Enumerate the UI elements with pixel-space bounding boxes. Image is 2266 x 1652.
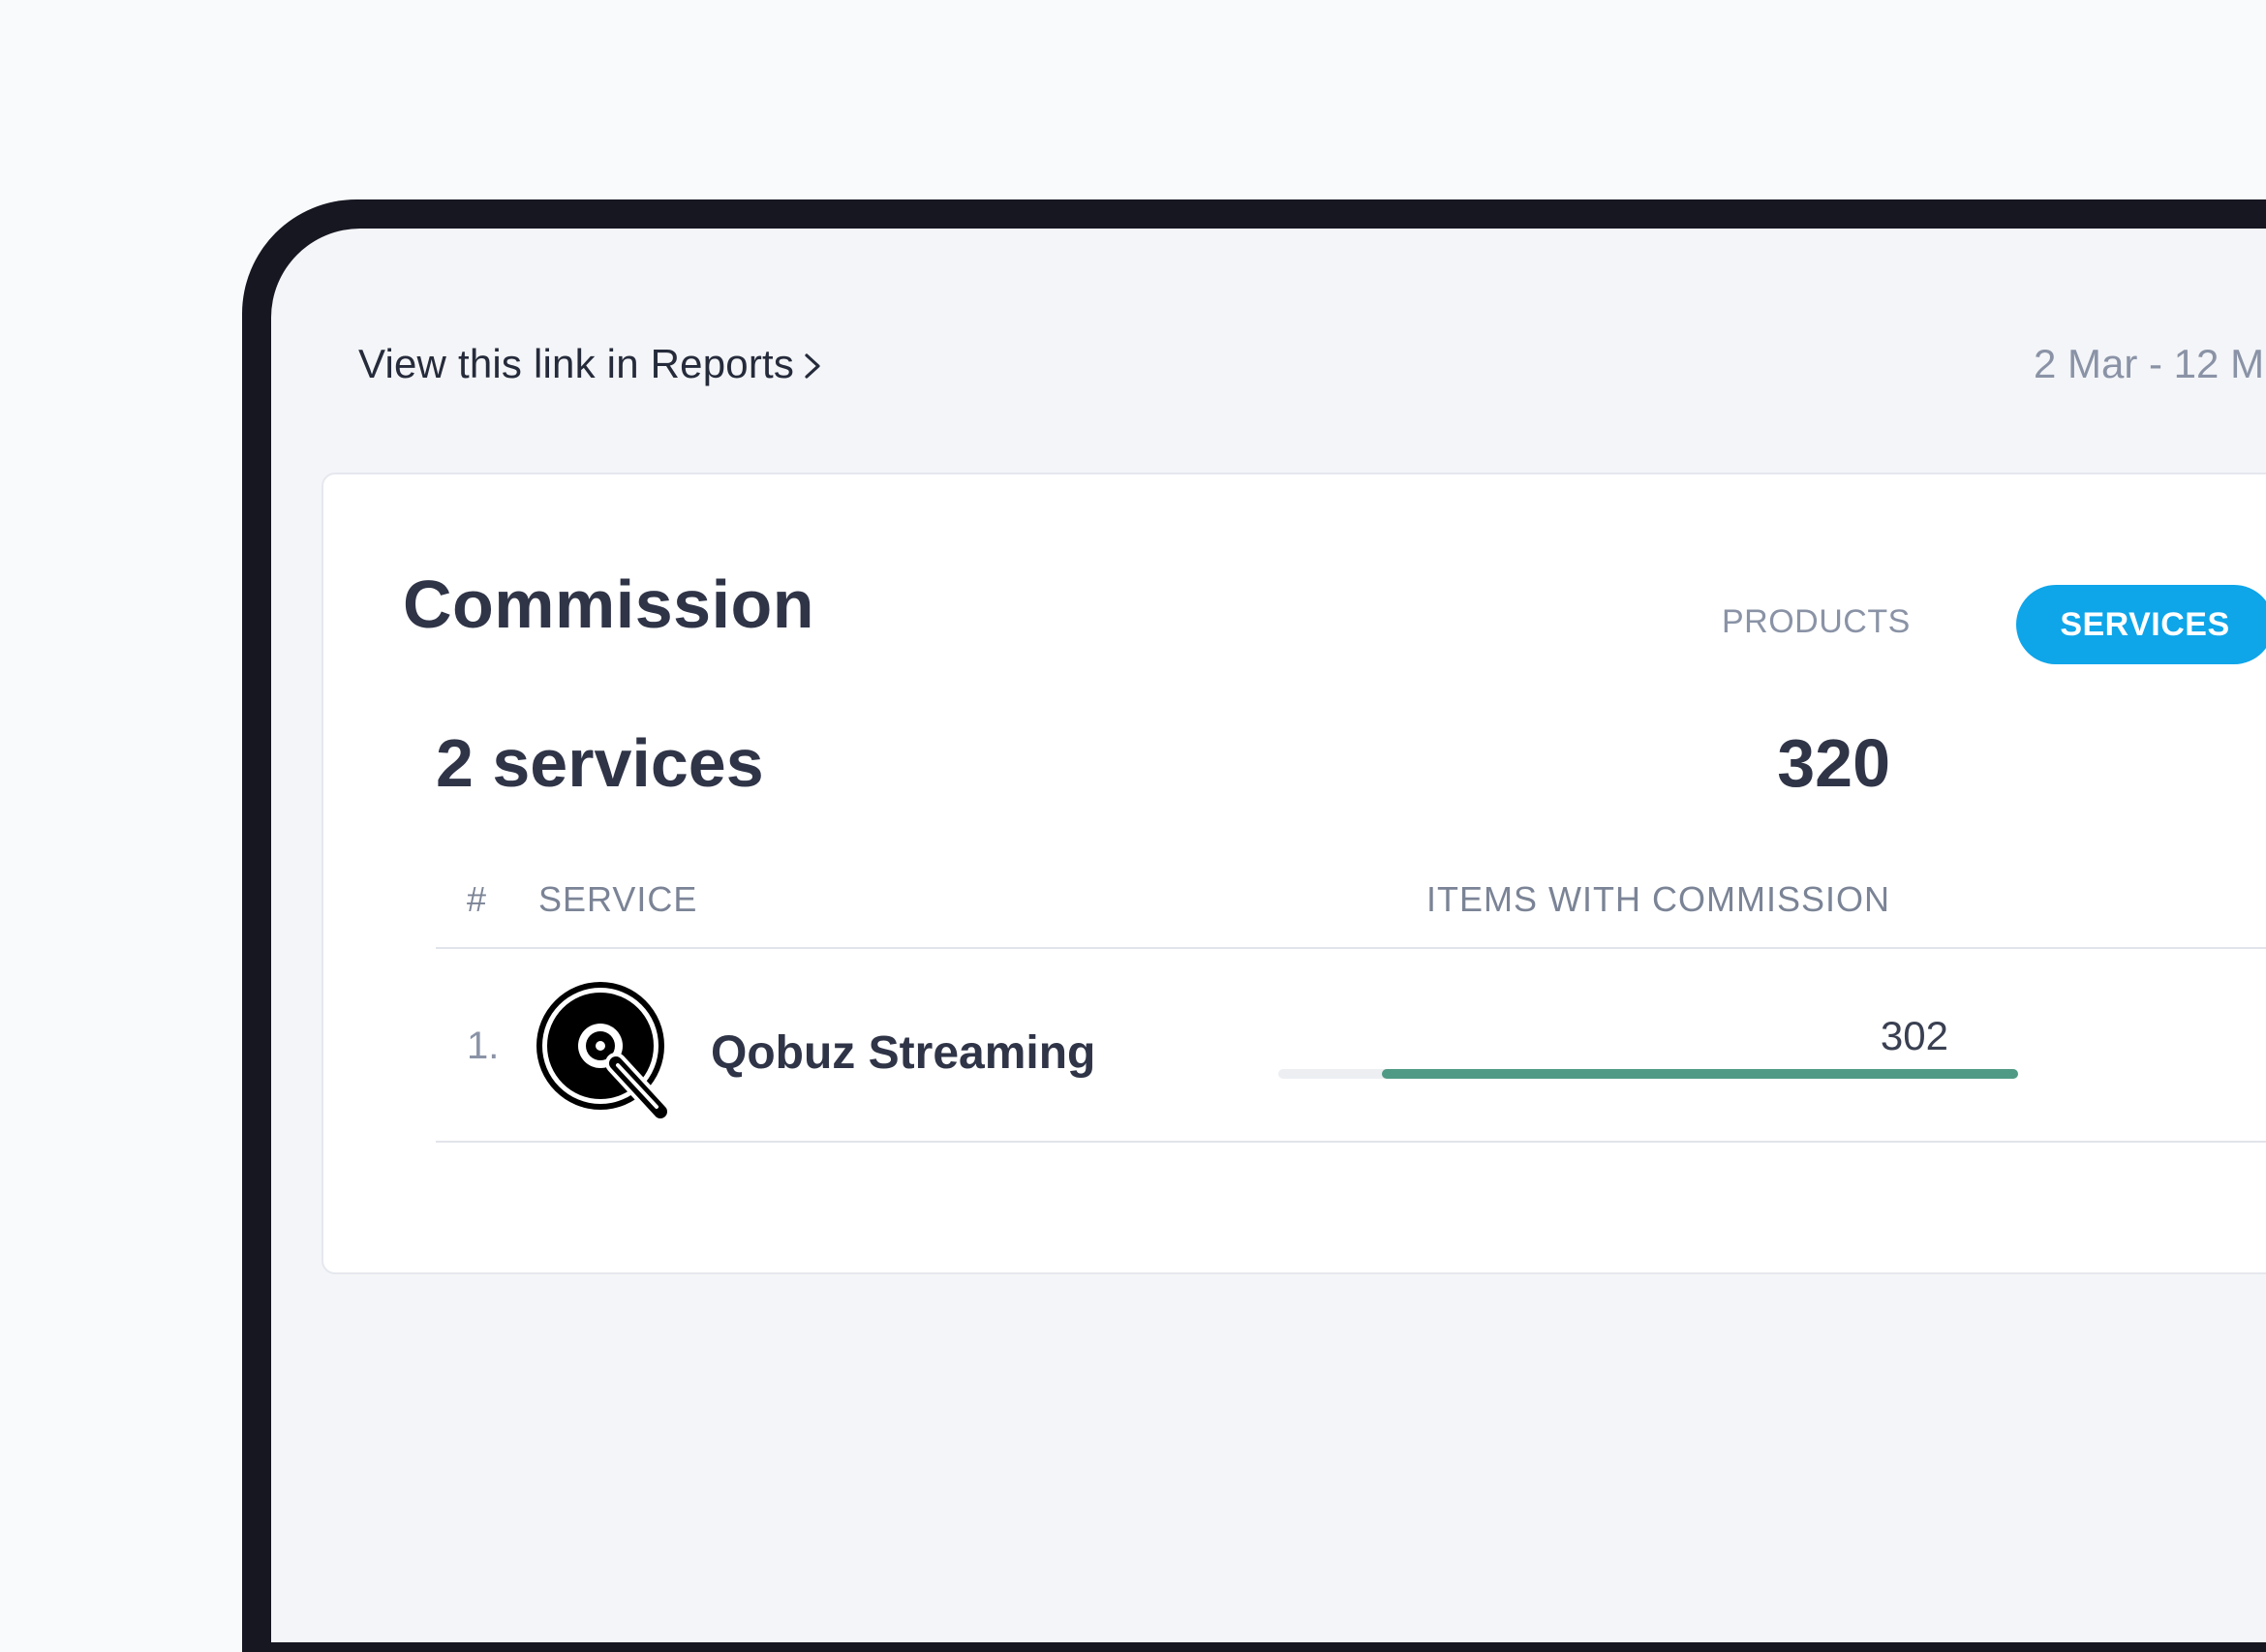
table-row[interactable]: 1. Qobuz Streaming 302 bbox=[436, 951, 2266, 1141]
screen: View this link in Reports 2 Mar - 12 M C… bbox=[271, 229, 2266, 1642]
row-rank: 1. bbox=[467, 1025, 500, 1067]
table-header-divider bbox=[436, 947, 2266, 949]
commission-card: Commission PRODUCTS SERVICES 2 services … bbox=[322, 473, 2266, 1274]
products-toggle-button[interactable]: PRODUCTS bbox=[1722, 603, 1911, 641]
card-title: Commission bbox=[403, 566, 815, 642]
service-count: 2 services bbox=[436, 725, 764, 801]
view-in-reports-label: View this link in Reports bbox=[358, 341, 795, 386]
column-header-items-with-commission[interactable]: ITEMS WITH COMMISSION bbox=[1426, 879, 1890, 920]
service-name: Qobuz Streaming bbox=[711, 1027, 1096, 1079]
table-row-divider bbox=[436, 1141, 2266, 1143]
chevron-right-icon bbox=[805, 353, 820, 379]
items-with-commission-value: 302 bbox=[1880, 1013, 1948, 1058]
column-header-service[interactable]: SERVICE bbox=[538, 879, 697, 920]
total-commission-value: 320 bbox=[1777, 725, 1890, 801]
column-header-rank: # bbox=[467, 879, 488, 919]
services-toggle-button[interactable]: SERVICES bbox=[2016, 585, 2266, 664]
view-in-reports-link[interactable]: View this link in Reports bbox=[358, 341, 825, 387]
qobuz-logo-icon bbox=[536, 982, 671, 1119]
commission-bar-fill bbox=[1381, 1069, 2018, 1079]
date-range[interactable]: 2 Mar - 12 M bbox=[2034, 341, 2264, 387]
commission-bar-track bbox=[1278, 1069, 2018, 1079]
